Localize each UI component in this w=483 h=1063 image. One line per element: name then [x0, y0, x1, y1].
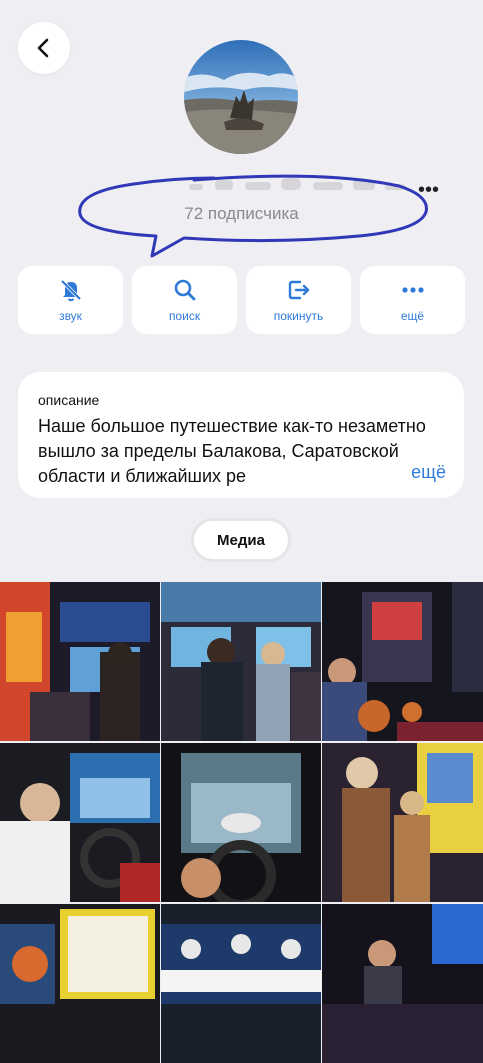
media-grid	[0, 582, 483, 1063]
channel-name-obscured	[189, 178, 405, 190]
leave-icon	[288, 280, 309, 300]
media-tab[interactable]: Медиа	[191, 518, 291, 562]
bell-slash-icon	[60, 279, 81, 302]
description-title: описание	[38, 392, 100, 408]
media-thumbnail[interactable]	[322, 582, 483, 741]
description-card: описание Наше большое путешествие как-то…	[18, 372, 464, 498]
media-thumbnail[interactable]	[161, 582, 321, 741]
search-label: поиск	[168, 309, 201, 323]
media-thumbnail[interactable]	[0, 743, 160, 902]
media-thumbnail[interactable]	[322, 743, 483, 902]
more-horizontal-icon[interactable]: •••	[418, 180, 439, 200]
more-horizontal-icon	[401, 287, 424, 293]
more-label: ещё	[400, 309, 425, 323]
search-button[interactable]: поиск	[132, 266, 237, 334]
media-thumbnail[interactable]	[161, 904, 321, 1063]
media-thumbnail[interactable]	[0, 582, 160, 741]
description-more-link[interactable]: ещё	[371, 460, 446, 485]
subscriber-count: 72 подписчика	[184, 204, 299, 223]
action-bar: звук поиск покинуть ещё	[18, 266, 465, 334]
leave-button[interactable]: покинуть	[246, 266, 351, 334]
avatar[interactable]	[184, 40, 298, 154]
more-button[interactable]: ещё	[360, 266, 465, 334]
mute-label: звук	[59, 309, 82, 323]
media-thumbnail[interactable]	[322, 904, 483, 1063]
chevron-left-icon	[37, 38, 49, 58]
search-icon	[174, 279, 195, 301]
media-thumbnail[interactable]	[161, 743, 321, 902]
media-thumbnail[interactable]	[0, 904, 160, 1063]
back-button[interactable]	[18, 22, 70, 74]
leave-label: покинуть	[273, 309, 324, 323]
mute-button[interactable]: звук	[18, 266, 123, 334]
